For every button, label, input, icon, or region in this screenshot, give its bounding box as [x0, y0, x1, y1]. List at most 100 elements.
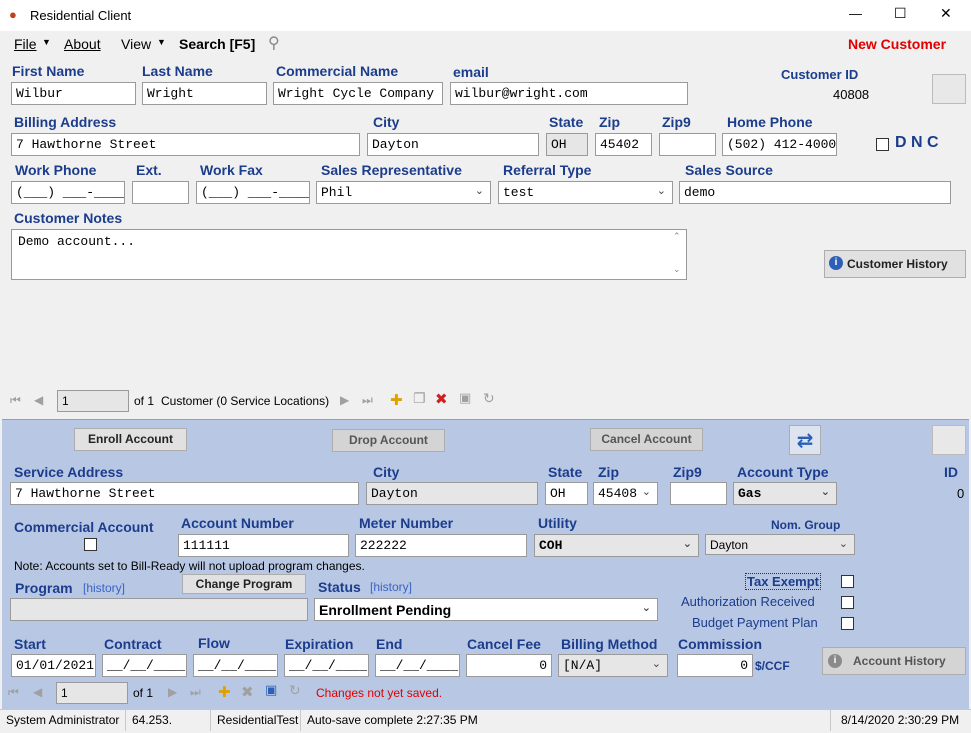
work-phone-input[interactable]: (___) ___-____ — [11, 181, 125, 204]
account-position-input[interactable]: 1 — [56, 682, 128, 704]
ext-label: Ext. — [136, 162, 162, 178]
copy-icon[interactable]: ❐ — [413, 391, 426, 407]
delete-icon[interactable]: ✖ — [241, 683, 254, 701]
city-input[interactable]: Dayton — [367, 133, 539, 156]
email-label: email — [453, 64, 489, 80]
account-number-input[interactable]: 111111 — [178, 534, 349, 557]
account-type-label: Account Type — [737, 464, 829, 480]
save-icon[interactable]: ▣ — [265, 683, 277, 698]
tax-exempt-checkbox[interactable] — [841, 575, 854, 588]
billing-method-select[interactable]: [N/A] ⌄ — [558, 654, 668, 677]
minimize-button[interactable]: — — [849, 6, 862, 21]
status-select[interactable]: Enrollment Pending ⌄ — [314, 598, 658, 621]
work-fax-input[interactable]: (___) ___-____ — [196, 181, 310, 204]
maximize-button[interactable]: ☐ — [894, 5, 907, 22]
prev-record-icon[interactable]: ◀ — [33, 685, 42, 699]
zip-label: Zip — [599, 114, 620, 130]
referral-type-select[interactable]: test ⌄ — [498, 181, 673, 204]
customer-of-label: of 1 — [134, 394, 155, 408]
account-zip-select[interactable]: 45408 ⌄ — [593, 482, 658, 505]
account-history-button[interactable]: i Account History — [822, 647, 966, 675]
cancel-fee-input[interactable]: 0 — [466, 654, 552, 677]
nom-group-value: Dayton — [710, 538, 749, 552]
start-input[interactable]: 01/01/2021 — [11, 654, 96, 677]
drop-account-button[interactable]: Drop Account — [332, 429, 445, 452]
budget-plan-checkbox[interactable] — [841, 617, 854, 630]
account-number-label: Account Number — [181, 515, 294, 531]
next-record-icon[interactable]: ▶ — [340, 393, 349, 407]
work-fax-label: Work Fax — [200, 162, 263, 178]
change-program-button[interactable]: Change Program — [182, 574, 306, 594]
program-input[interactable] — [10, 598, 308, 621]
prev-record-icon[interactable]: ◀ — [34, 393, 43, 407]
account-state-input[interactable]: OH — [545, 482, 588, 505]
commercial-name-input[interactable]: Wright Cycle Company — [273, 82, 443, 105]
customer-notes-textarea[interactable]: Demo account... — [11, 229, 687, 280]
start-label: Start — [14, 636, 46, 652]
customer-history-button[interactable]: i Customer History — [824, 250, 966, 278]
print-account-icon[interactable] — [932, 425, 966, 455]
customer-id-value: 40808 — [833, 87, 870, 102]
scroll-up-icon[interactable]: ⌃ — [673, 231, 681, 242]
add-icon[interactable]: ✚ — [390, 391, 403, 409]
account-city-input[interactable]: Dayton — [366, 482, 538, 505]
status-history-link[interactable]: [history] — [370, 580, 412, 594]
menu-search[interactable]: Search [F5] — [179, 36, 255, 52]
end-input[interactable]: __/__/____ — [375, 654, 460, 677]
last-name-input[interactable]: Wright — [142, 82, 267, 105]
cancel-account-button[interactable]: Cancel Account — [590, 428, 703, 451]
commercial-account-checkbox[interactable] — [84, 538, 97, 551]
zip-input[interactable]: 45402 — [595, 133, 652, 156]
save-icon[interactable]: ▣ — [459, 391, 471, 406]
home-phone-input[interactable]: (502) 412-4000 — [722, 133, 837, 156]
ext-input[interactable] — [132, 181, 189, 204]
expiration-input[interactable]: __/__/____ — [284, 654, 369, 677]
print-customer-icon[interactable] — [932, 74, 966, 104]
service-address-input[interactable]: 7 Hawthorne Street — [10, 482, 359, 505]
first-record-icon[interactable]: ⏮ — [8, 685, 19, 700]
account-type-select[interactable]: Gas ⌄ — [733, 482, 837, 505]
delete-icon[interactable]: ✖ — [435, 390, 448, 408]
utility-select[interactable]: COH ⌄ — [534, 534, 699, 557]
nom-group-select[interactable]: Dayton ⌄ — [705, 534, 855, 555]
last-record-icon[interactable]: ⏭ — [190, 685, 201, 700]
referral-type-label: Referral Type — [503, 162, 592, 178]
account-zip-value: 45408 — [598, 486, 638, 501]
commission-label: Commission — [678, 636, 763, 652]
program-history-link[interactable]: [history] — [83, 581, 125, 595]
commercial-account-label: Commercial Account — [14, 519, 154, 535]
first-name-input[interactable]: Wilbur — [11, 82, 136, 105]
next-record-icon[interactable]: ▶ — [168, 685, 177, 699]
refresh-icon[interactable]: ↻ — [289, 683, 301, 699]
zip9-input[interactable] — [659, 133, 716, 156]
expiration-label: Expiration — [285, 636, 354, 652]
add-icon[interactable]: ✚ — [218, 683, 231, 701]
flow-input[interactable]: __/__/____ — [193, 654, 278, 677]
account-zip9-input[interactable] — [670, 482, 727, 505]
billing-address-input[interactable]: 7 Hawthorne Street — [11, 133, 360, 156]
scroll-down-icon[interactable]: ⌄ — [673, 264, 681, 275]
first-record-icon[interactable]: ⏮ — [10, 393, 21, 408]
refresh-account-button[interactable]: ⇄ — [789, 425, 821, 455]
customer-history-label: Customer History — [847, 257, 948, 271]
dnc-checkbox[interactable] — [876, 138, 889, 151]
contract-input[interactable]: __/__/____ — [102, 654, 187, 677]
refresh-icon[interactable]: ↻ — [483, 391, 495, 407]
commission-input[interactable]: 0 — [677, 654, 753, 677]
customer-position-input[interactable]: 1 — [57, 390, 129, 412]
menu-file[interactable]: File — [14, 36, 37, 52]
sales-rep-select[interactable]: Phil ⌄ — [316, 181, 491, 204]
close-button[interactable]: ✕ — [940, 5, 952, 22]
search-icon[interactable]: ⚲ — [268, 33, 280, 53]
work-phone-label: Work Phone — [15, 162, 97, 178]
sales-source-input[interactable]: demo — [679, 181, 951, 204]
last-record-icon[interactable]: ⏭ — [362, 393, 373, 408]
referral-type-value: test — [503, 185, 535, 200]
menu-view[interactable]: View — [121, 36, 151, 52]
state-input[interactable]: OH — [546, 133, 588, 156]
meter-number-input[interactable]: 222222 — [355, 534, 527, 557]
authorization-checkbox[interactable] — [841, 596, 854, 609]
enroll-account-button[interactable]: Enroll Account — [74, 428, 187, 451]
menu-about[interactable]: About — [64, 36, 101, 52]
email-input[interactable]: wilbur@wright.com — [450, 82, 688, 105]
